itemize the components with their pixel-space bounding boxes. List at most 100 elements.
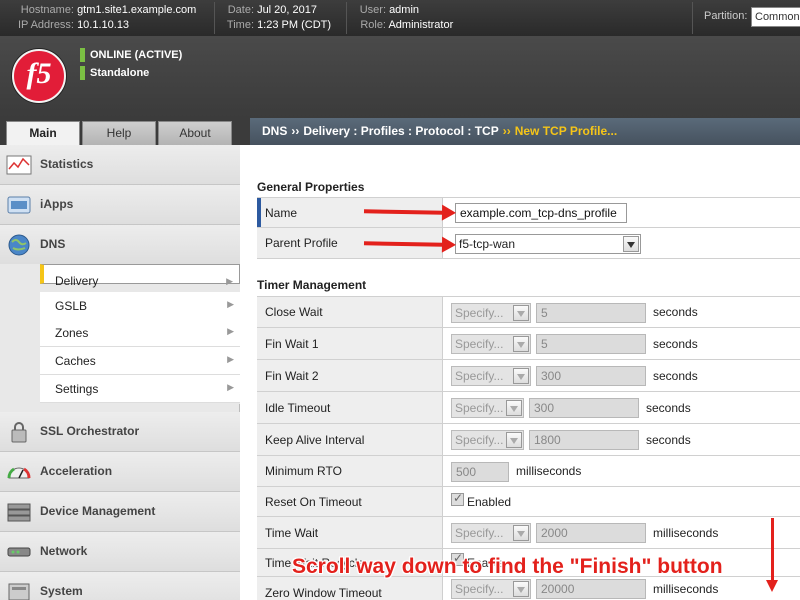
sidebar-subitem-zones[interactable]: Zones ▶ <box>40 319 240 347</box>
partition-label: Partition: <box>704 10 748 22</box>
sidebar: Statistics iApps DNS Delivery ▶ GSLB ▶ Z… <box>0 145 240 600</box>
zero-window-mode-select: Specify... <box>451 579 531 599</box>
chevron-right-icon: ▶ <box>227 354 234 364</box>
breadcrumb-dns[interactable]: DNS <box>262 124 287 138</box>
host-info: Hostname: gtm1.site1.example.com IP Addr… <box>10 3 196 33</box>
row-label-cell: Keep Alive Interval <box>257 424 443 455</box>
specify-text: Specify... <box>455 433 504 447</box>
name-input[interactable]: example.com_tcp-dns_profile <box>455 203 627 223</box>
row-value-cell: Specify... 300 seconds <box>443 360 800 391</box>
separator <box>214 2 215 34</box>
breadcrumb-separator: ›› <box>502 124 511 138</box>
sidebar-label: Acceleration <box>40 464 113 478</box>
close-wait-input: 5 <box>536 303 646 323</box>
unit-label: seconds <box>646 432 691 447</box>
chevron-down-icon <box>513 336 529 352</box>
keep-alive-mode-select: Specify... <box>451 430 524 450</box>
chevron-down-icon <box>506 432 522 448</box>
name-label: Name <box>265 205 298 220</box>
sidebar-label: SSL Orchestrator <box>40 424 140 438</box>
idle-timeout-input: 300 <box>529 398 639 418</box>
breadcrumb-tcp-profiles[interactable]: Delivery : Profiles : Protocol : TCP <box>303 124 498 138</box>
sidebar-label: System <box>40 584 83 598</box>
row-time-wait: Time Wait Specify... 2000 milliseconds <box>257 517 800 549</box>
user-label: User: <box>359 4 386 16</box>
close-wait-mode-select: Specify... <box>451 303 531 323</box>
sidebar-subitem-gslb[interactable]: GSLB ▶ <box>40 292 240 320</box>
zero-window-timeout-label: Zero Window Timeout <box>265 585 382 600</box>
time-value: 1:23 PM (CDT) <box>257 19 332 31</box>
globe-icon <box>8 234 30 256</box>
time-wait-input: 2000 <box>536 523 646 543</box>
row-label-cell: Reset On Timeout <box>257 487 443 516</box>
ip-label: IP Address: <box>17 19 74 31</box>
tab-about[interactable]: About <box>158 121 232 145</box>
server-icon <box>7 503 31 522</box>
date-label: Date: <box>227 4 254 16</box>
unit-label: milliseconds <box>653 525 719 540</box>
brand-header: f5 ONLINE (ACTIVE) Standalone <box>0 36 800 118</box>
sidebar-item-acceleration[interactable]: Acceleration <box>0 452 240 492</box>
tab-main[interactable]: Main <box>6 121 80 145</box>
tab-help[interactable]: Help <box>82 121 156 145</box>
sidebar-item-dns[interactable]: DNS <box>0 225 240 265</box>
sidebar-item-ssl-orchestrator[interactable]: SSL Orchestrator <box>0 412 240 452</box>
specify-text: Specify... <box>455 369 504 383</box>
keep-alive-input: 1800 <box>529 430 639 450</box>
chevron-down-icon <box>513 525 529 541</box>
row-label-cell: Minimum RTO <box>257 456 443 486</box>
partition-select[interactable]: Common <box>751 7 800 27</box>
chevron-down-icon <box>513 368 529 384</box>
unit-label: seconds <box>653 305 698 319</box>
main-content: General Properties Name example.com_tcp-… <box>240 145 800 600</box>
lock-icon <box>11 422 27 443</box>
fin-wait-2-label: Fin Wait 2 <box>265 368 319 383</box>
sidebar-subitem-caches[interactable]: Caches ▶ <box>40 347 240 375</box>
chevron-right-icon: ▶ <box>226 276 233 286</box>
sidebar-item-system[interactable]: System <box>0 572 240 600</box>
time-wait-label: Time Wait <box>265 525 319 540</box>
checkbox-label: Enabled <box>467 494 512 509</box>
dns-submenu: Delivery ▶ GSLB ▶ Zones ▶ Caches ▶ Setti… <box>0 264 240 404</box>
row-label-cell: Zero Window Timeout <box>257 577 443 600</box>
sidebar-item-network[interactable]: Network <box>0 532 240 572</box>
unit-label: seconds <box>653 336 698 351</box>
fin-wait-2-mode-select: Specify... <box>451 366 531 386</box>
row-value-cell: Enabled <box>443 487 800 516</box>
chevron-down-icon <box>506 400 522 416</box>
idle-timeout-label: Idle Timeout <box>265 400 331 415</box>
row-parent-profile: Parent Profile f5-tcp-wan <box>257 228 800 259</box>
chevron-down-icon <box>513 581 529 597</box>
subitem-label: Zones <box>55 326 89 340</box>
time-label: Time: <box>226 19 254 31</box>
parent-profile-select[interactable]: f5-tcp-wan <box>455 234 641 254</box>
role-label: Role: <box>360 19 386 31</box>
user-value: admin <box>389 4 420 16</box>
down-arrow-annotation <box>766 518 778 592</box>
row-label-cell: Time Wait <box>257 517 443 548</box>
sidebar-item-device-management[interactable]: Device Management <box>0 492 240 532</box>
sidebar-subitem-settings[interactable]: Settings ▶ <box>40 375 240 403</box>
sidebar-item-iapps[interactable]: iApps <box>0 185 240 225</box>
sidebar-item-statistics[interactable]: Statistics <box>0 145 240 185</box>
idle-timeout-mode-select: Specify... <box>451 398 524 418</box>
subitem-label: Delivery <box>55 274 99 288</box>
gauge-icon <box>7 467 31 479</box>
chevron-down-icon <box>513 305 529 321</box>
close-wait-label: Close Wait <box>265 305 323 319</box>
row-value-cell: Specify... 1800 seconds <box>443 424 800 455</box>
row-keep-alive-interval: Keep Alive Interval Specify... 1800 seco… <box>257 424 800 456</box>
specify-text: Specify... <box>455 306 504 320</box>
sidebar-subitem-delivery[interactable]: Delivery ▶ <box>40 264 240 288</box>
status-online: ONLINE (ACTIVE) <box>80 47 182 63</box>
scroll-callout: Scroll way down to find the "Finish" but… <box>292 555 723 578</box>
unit-label: milliseconds <box>516 464 582 478</box>
sidebar-label: DNS <box>40 237 66 251</box>
breadcrumb-bar: DNS ›› Delivery : Profiles : Protocol : TC… <box>240 118 800 145</box>
user-info: User: admin Role: Administrator <box>354 3 454 33</box>
row-label-cell: Fin Wait 2 <box>257 360 443 391</box>
breadcrumb-separator: ›› <box>291 124 300 138</box>
minimum-rto-input: 500 <box>451 462 509 482</box>
row-close-wait: Close Wait Specify... 5 seconds <box>257 296 800 328</box>
row-minimum-rto: Minimum RTO 500 milliseconds <box>257 456 800 487</box>
